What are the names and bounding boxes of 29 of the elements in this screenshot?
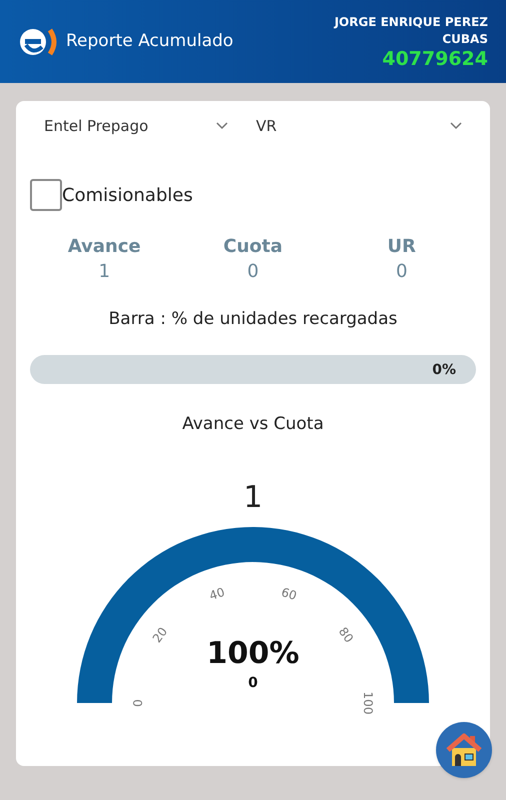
app-title: Reporte Acumulado (66, 30, 234, 53)
gauge-value: 1 (243, 479, 263, 517)
stat-label: UR (387, 235, 416, 259)
checkbox[interactable] (30, 179, 62, 211)
stat-label: Cuota (223, 235, 283, 259)
stat-value: 1 (98, 260, 110, 284)
bar-caption: Barra : % de unidades recargadas (108, 308, 398, 331)
gauge-tick-label: 80 (336, 626, 356, 646)
stat-value: 0 (247, 260, 259, 284)
house-icon (446, 733, 482, 767)
gauge-tick-label: 100 (362, 692, 374, 714)
home-button[interactable] (436, 722, 492, 778)
dropdown[interactable]: Entel Prepago (30, 107, 242, 145)
stat-label: Avance (68, 235, 141, 259)
user-code: 40779624 (382, 48, 488, 70)
gauge-tick-label: 40 (208, 586, 227, 602)
gauge-title: Avance vs Cuota (182, 412, 324, 436)
chevron-icon (450, 122, 462, 130)
dropdown[interactable]: VR (242, 107, 476, 145)
gauge-subvalue: 0 (248, 674, 258, 693)
checkbox-label: Comisionables (62, 184, 193, 208)
progress-reading: 0% (432, 360, 456, 380)
chevron-icon (216, 122, 228, 130)
gauge-tick-label: 60 (279, 586, 298, 602)
gauge-percent: 100% (206, 635, 300, 673)
gauge-tick-label: 20 (150, 626, 170, 646)
gauge-tick-label: 0 (132, 699, 144, 707)
stat-value: 0 (396, 260, 408, 284)
user-name: JORGE ENRIQUE PEREZ CUBAS (332, 14, 488, 48)
